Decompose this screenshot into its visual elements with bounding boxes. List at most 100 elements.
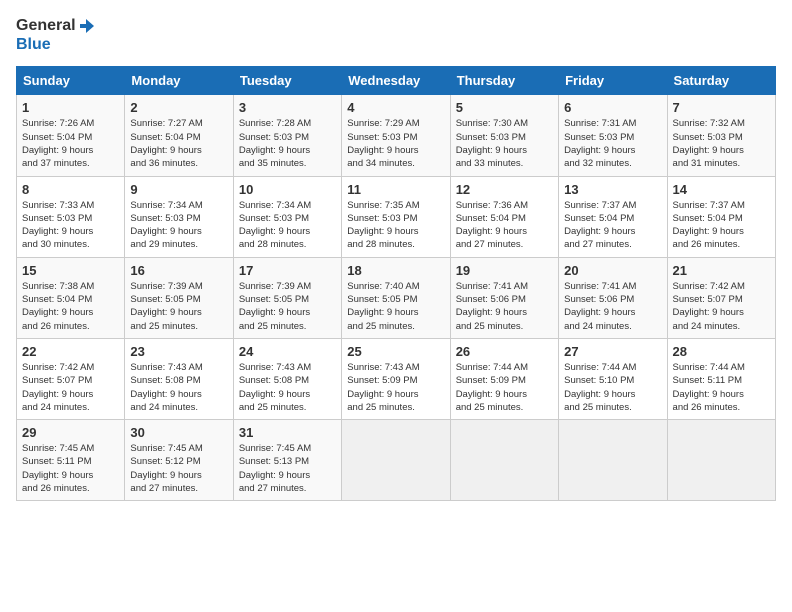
calendar-cell: 27 Sunrise: 7:44 AM Sunset: 5:10 PM Dayli… (559, 338, 667, 419)
day-info: Sunrise: 7:34 AM Sunset: 5:03 PM Dayligh… (130, 199, 227, 252)
calendar-cell: 10Sunrise: 7:34 AM Sunset: 5:03 PM Dayli… (233, 176, 341, 257)
day-number: 27 (564, 344, 661, 359)
day-number: 12 (456, 182, 553, 197)
day-info: Sunrise: 7:40 AM Sunset: 5:05 PM Dayligh… (347, 280, 444, 333)
col-header-wednesday: Wednesday (342, 67, 450, 95)
day-number: 19 (456, 263, 553, 278)
day-number: 3 (239, 100, 336, 115)
calendar-cell: 8 Sunrise: 7:33 AM Sunset: 5:03 PM Daylig… (17, 176, 125, 257)
calendar-cell: 16Sunrise: 7:39 AM Sunset: 5:05 PM Dayli… (125, 257, 233, 338)
day-number: 10 (239, 182, 336, 197)
day-number: 11 (347, 182, 444, 197)
calendar-week-row: 15 Sunrise: 7:38 AM Sunset: 5:04 PM Dayli… (17, 257, 776, 338)
day-info: Sunrise: 7:42 AM Sunset: 5:07 PM Dayligh… (673, 280, 770, 333)
day-number: 18 (347, 263, 444, 278)
day-number: 30 (130, 425, 227, 440)
calendar-cell: 11 Sunrise: 7:35 AM Sunset: 5:03 PM Dayli… (342, 176, 450, 257)
col-header-thursday: Thursday (450, 67, 558, 95)
calendar-cell: 23 Sunrise: 7:43 AM Sunset: 5:08 PM Dayli… (125, 338, 233, 419)
calendar-cell: 13 Sunrise: 7:37 AM Sunset: 5:04 PM Dayli… (559, 176, 667, 257)
day-number: 9 (130, 182, 227, 197)
col-header-saturday: Saturday (667, 67, 775, 95)
day-number: 23 (130, 344, 227, 359)
calendar-cell: 22Sunrise: 7:42 AM Sunset: 5:07 PM Dayli… (17, 338, 125, 419)
calendar-cell: 21 Sunrise: 7:42 AM Sunset: 5:07 PM Dayli… (667, 257, 775, 338)
day-info: Sunrise: 7:43 AM Sunset: 5:09 PM Dayligh… (347, 361, 444, 414)
day-info: Sunrise: 7:33 AM Sunset: 5:03 PM Dayligh… (22, 199, 119, 252)
calendar-cell: 20Sunrise: 7:41 AM Sunset: 5:06 PM Dayli… (559, 257, 667, 338)
day-number: 29 (22, 425, 119, 440)
day-number: 24 (239, 344, 336, 359)
day-info: Sunrise: 7:29 AM Sunset: 5:03 PM Dayligh… (347, 117, 444, 170)
day-info: Sunrise: 7:41 AM Sunset: 5:06 PM Dayligh… (564, 280, 661, 333)
calendar-cell (667, 420, 775, 501)
col-header-tuesday: Tuesday (233, 67, 341, 95)
day-number: 13 (564, 182, 661, 197)
day-info: Sunrise: 7:45 AM Sunset: 5:11 PM Dayligh… (22, 442, 119, 495)
calendar-body: 1 Sunrise: 7:26 AM Sunset: 5:04 PM Daylig… (17, 95, 776, 501)
calendar-cell: 2 Sunrise: 7:27 AM Sunset: 5:04 PM Daylig… (125, 95, 233, 176)
day-info: Sunrise: 7:27 AM Sunset: 5:04 PM Dayligh… (130, 117, 227, 170)
calendar-week-row: 1 Sunrise: 7:26 AM Sunset: 5:04 PM Daylig… (17, 95, 776, 176)
day-info: Sunrise: 7:39 AM Sunset: 5:05 PM Dayligh… (130, 280, 227, 333)
calendar-header-row: SundayMondayTuesdayWednesdayThursdayFrid… (17, 67, 776, 95)
logo-arrow-icon (78, 17, 96, 35)
day-number: 17 (239, 263, 336, 278)
calendar-cell (450, 420, 558, 501)
calendar-table: SundayMondayTuesdayWednesdayThursdayFrid… (16, 66, 776, 501)
page-header: General Blue (16, 16, 776, 54)
calendar-cell: 26Sunrise: 7:44 AM Sunset: 5:09 PM Dayli… (450, 338, 558, 419)
day-info: Sunrise: 7:44 AM Sunset: 5:11 PM Dayligh… (673, 361, 770, 414)
day-info: Sunrise: 7:36 AM Sunset: 5:04 PM Dayligh… (456, 199, 553, 252)
day-number: 31 (239, 425, 336, 440)
calendar-cell: 19 Sunrise: 7:41 AM Sunset: 5:06 PM Dayli… (450, 257, 558, 338)
day-number: 8 (22, 182, 119, 197)
day-info: Sunrise: 7:43 AM Sunset: 5:08 PM Dayligh… (130, 361, 227, 414)
day-info: Sunrise: 7:31 AM Sunset: 5:03 PM Dayligh… (564, 117, 661, 170)
day-info: Sunrise: 7:44 AM Sunset: 5:09 PM Dayligh… (456, 361, 553, 414)
calendar-cell: 28Sunrise: 7:44 AM Sunset: 5:11 PM Dayli… (667, 338, 775, 419)
calendar-cell: 31 Sunrise: 7:45 AM Sunset: 5:13 PM Dayli… (233, 420, 341, 501)
calendar-cell: 5 Sunrise: 7:30 AM Sunset: 5:03 PM Daylig… (450, 95, 558, 176)
calendar-cell (559, 420, 667, 501)
day-info: Sunrise: 7:39 AM Sunset: 5:05 PM Dayligh… (239, 280, 336, 333)
day-info: Sunrise: 7:41 AM Sunset: 5:06 PM Dayligh… (456, 280, 553, 333)
day-number: 15 (22, 263, 119, 278)
day-info: Sunrise: 7:37 AM Sunset: 5:04 PM Dayligh… (564, 199, 661, 252)
day-number: 6 (564, 100, 661, 115)
logo-text-blue: Blue (16, 36, 51, 53)
calendar-cell: 1 Sunrise: 7:26 AM Sunset: 5:04 PM Daylig… (17, 95, 125, 176)
calendar-cell: 25 Sunrise: 7:43 AM Sunset: 5:09 PM Dayli… (342, 338, 450, 419)
day-info: Sunrise: 7:30 AM Sunset: 5:03 PM Dayligh… (456, 117, 553, 170)
calendar-cell: 17 Sunrise: 7:39 AM Sunset: 5:05 PM Dayli… (233, 257, 341, 338)
logo: General Blue (16, 16, 96, 54)
day-info: Sunrise: 7:44 AM Sunset: 5:10 PM Dayligh… (564, 361, 661, 414)
calendar-cell: 14Sunrise: 7:37 AM Sunset: 5:04 PM Dayli… (667, 176, 775, 257)
calendar-cell: 7Sunrise: 7:32 AM Sunset: 5:03 PM Daylig… (667, 95, 775, 176)
day-number: 22 (22, 344, 119, 359)
day-info: Sunrise: 7:35 AM Sunset: 5:03 PM Dayligh… (347, 199, 444, 252)
day-number: 21 (673, 263, 770, 278)
col-header-monday: Monday (125, 67, 233, 95)
col-header-sunday: Sunday (17, 67, 125, 95)
calendar-cell: 24 Sunrise: 7:43 AM Sunset: 5:08 PM Dayli… (233, 338, 341, 419)
calendar-cell: 12 Sunrise: 7:36 AM Sunset: 5:04 PM Dayli… (450, 176, 558, 257)
calendar-week-row: 22Sunrise: 7:42 AM Sunset: 5:07 PM Dayli… (17, 338, 776, 419)
day-info: Sunrise: 7:38 AM Sunset: 5:04 PM Dayligh… (22, 280, 119, 333)
calendar-cell: 9 Sunrise: 7:34 AM Sunset: 5:03 PM Daylig… (125, 176, 233, 257)
day-number: 25 (347, 344, 444, 359)
day-number: 5 (456, 100, 553, 115)
calendar-cell: 3 Sunrise: 7:28 AM Sunset: 5:03 PM Daylig… (233, 95, 341, 176)
logo-text-block: General Blue (16, 16, 96, 54)
calendar-cell: 30Sunrise: 7:45 AM Sunset: 5:12 PM Dayli… (125, 420, 233, 501)
calendar-cell: 6 Sunrise: 7:31 AM Sunset: 5:03 PM Daylig… (559, 95, 667, 176)
day-number: 7 (673, 100, 770, 115)
day-info: Sunrise: 7:45 AM Sunset: 5:13 PM Dayligh… (239, 442, 336, 495)
day-info: Sunrise: 7:43 AM Sunset: 5:08 PM Dayligh… (239, 361, 336, 414)
logo-text-general: General (16, 16, 76, 35)
day-number: 2 (130, 100, 227, 115)
day-info: Sunrise: 7:26 AM Sunset: 5:04 PM Dayligh… (22, 117, 119, 170)
day-number: 1 (22, 100, 119, 115)
calendar-week-row: 29 Sunrise: 7:45 AM Sunset: 5:11 PM Dayli… (17, 420, 776, 501)
day-info: Sunrise: 7:28 AM Sunset: 5:03 PM Dayligh… (239, 117, 336, 170)
